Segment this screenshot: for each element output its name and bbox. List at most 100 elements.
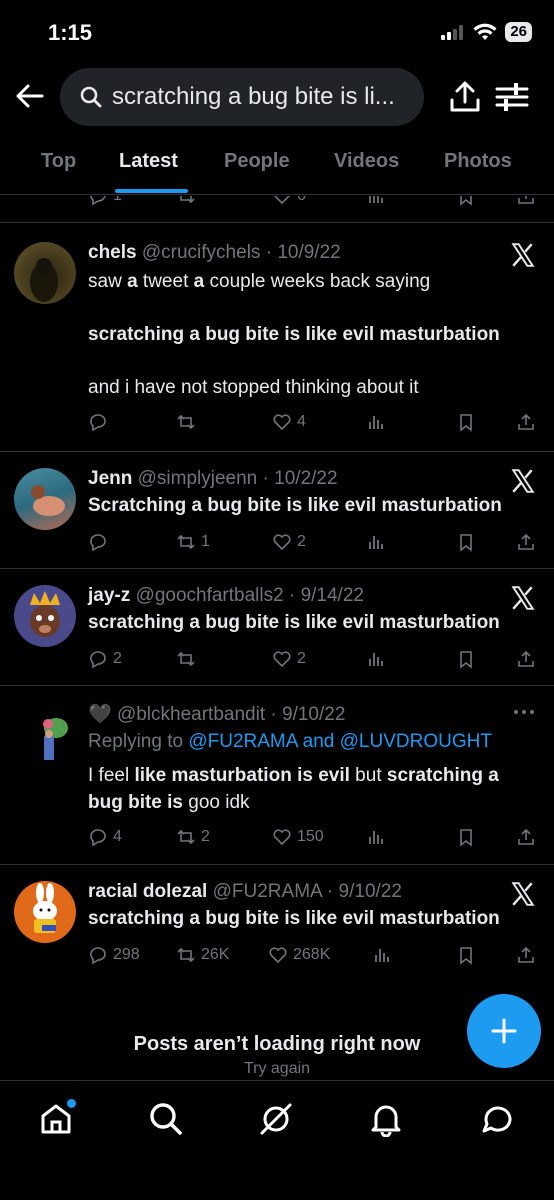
tweet-header: 🖤 @blckheartbandit · 9/10/22 [88, 704, 346, 725]
user-handle[interactable]: @crucifychels [142, 242, 261, 263]
views-button[interactable] [372, 945, 392, 965]
reply-button[interactable] [88, 532, 113, 552]
text-span: tweet [137, 271, 194, 292]
repost-icon [177, 947, 195, 963]
repost-button[interactable] [176, 412, 201, 432]
share-button[interactable] [516, 412, 536, 432]
share-icon[interactable] [448, 80, 482, 114]
repost-button[interactable]: 1 [176, 532, 210, 552]
share-button[interactable] [516, 827, 536, 847]
filter-settings-icon[interactable] [494, 80, 530, 114]
reply-button[interactable] [88, 412, 113, 432]
tweet-header: Jenn @simplyjeenn · 10/2/22 [88, 468, 338, 489]
status-bar: 1:15 26 [0, 0, 554, 64]
display-name[interactable]: Jenn [88, 468, 132, 489]
display-name[interactable]: jay-z [88, 585, 130, 606]
avatar-image [31, 485, 65, 516]
mention-link[interactable]: @FU2RAMA [188, 731, 297, 752]
like-count: 268K [293, 946, 331, 963]
avatar[interactable] [14, 881, 76, 943]
bookmark-button[interactable] [456, 196, 476, 206]
views-button[interactable] [366, 532, 386, 552]
bookmark-button[interactable] [456, 945, 476, 965]
tweet-item[interactable]: Jenn @simplyjeenn · 10/2/22 Scratching a… [0, 452, 554, 569]
views-icon [369, 196, 383, 203]
nav-home[interactable] [38, 1099, 76, 1137]
tab-latest[interactable]: Latest [119, 150, 178, 173]
repost-button[interactable] [176, 196, 196, 206]
share-button[interactable] [516, 196, 536, 206]
and-label: and [297, 731, 340, 752]
views-icon [369, 831, 383, 844]
display-name[interactable]: 🖤 [88, 704, 112, 725]
tab-videos[interactable]: Videos [334, 150, 399, 173]
avatar[interactable] [14, 585, 76, 647]
avatar[interactable] [14, 468, 76, 530]
tweet-date: 10/9/22 [277, 242, 341, 263]
text-line: and i have not stopped thinking about it [88, 377, 419, 398]
bookmark-button[interactable] [456, 827, 476, 847]
repost-button[interactable]: 26K [176, 945, 229, 965]
views-button[interactable] [366, 412, 386, 432]
bookmark-button[interactable] [456, 649, 476, 669]
tab-people[interactable]: People [224, 150, 290, 173]
repost-button[interactable]: 2 [176, 827, 210, 847]
tweet-item[interactable]: chels @crucifychels · 10/9/22 saw a twee… [0, 224, 554, 452]
mention-link[interactable]: @LUVDROUGHT [340, 731, 492, 752]
tweet-item[interactable]: racial dolezal @FU2RAMA · 9/10/22 scratc… [0, 865, 554, 985]
share-icon [518, 196, 534, 204]
message-icon [482, 1106, 512, 1133]
display-name[interactable]: racial dolezal [88, 881, 207, 902]
repost-button[interactable] [176, 649, 201, 669]
like-button[interactable]: 150 [272, 827, 324, 847]
reply-context: Replying to @FU2RAMA and @LUVDROUGHT [88, 728, 538, 755]
like-button[interactable]: 4 [272, 412, 306, 432]
nav-messages[interactable] [480, 1101, 516, 1137]
display-name[interactable]: chels [88, 242, 137, 263]
tweet-item[interactable]: 🖤 @blckheartbandit · 9/10/22 Replying to… [0, 686, 554, 865]
avatar[interactable] [14, 242, 76, 304]
share-button[interactable] [516, 945, 536, 965]
reply-button[interactable]: 1 [88, 196, 122, 206]
share-button[interactable] [516, 532, 536, 552]
like-button[interactable]: 268K [268, 945, 330, 965]
highlight-span: a [193, 271, 205, 292]
like-button[interactable]: 2 [272, 532, 306, 552]
views-button[interactable] [366, 196, 386, 206]
nav-notifications[interactable] [368, 1101, 404, 1138]
views-button[interactable] [366, 827, 386, 847]
repost-icon [177, 414, 195, 430]
compose-post-button[interactable] [467, 994, 541, 1068]
user-handle[interactable]: @simplyjeenn [138, 468, 258, 489]
reply-button[interactable]: 298 [88, 945, 140, 965]
tab-photos[interactable]: Photos [444, 150, 512, 173]
more-options-icon[interactable] [512, 708, 536, 716]
nav-grok[interactable] [258, 1101, 294, 1137]
share-icon [518, 533, 534, 550]
repost-count: 26K [201, 946, 230, 963]
back-arrow-icon[interactable] [14, 80, 46, 112]
user-handle[interactable]: @goochfartballs2 [136, 585, 284, 606]
nav-explore[interactable] [148, 1101, 184, 1137]
like-count: 6 [297, 196, 306, 205]
like-button[interactable]: 2 [272, 649, 306, 669]
views-button[interactable] [366, 649, 386, 669]
tweet-item[interactable]: jay-z @goochfartballs2 · 9/14/22 scratch… [0, 569, 554, 686]
like-count: 2 [297, 533, 306, 550]
user-handle[interactable]: @FU2RAMA [213, 881, 322, 902]
reply-icon [90, 534, 106, 552]
bookmark-icon [460, 196, 472, 206]
reply-button[interactable]: 4 [88, 827, 122, 847]
user-handle[interactable]: @blckheartbandit [117, 704, 265, 725]
bookmark-button[interactable] [456, 532, 476, 552]
share-button[interactable] [516, 649, 536, 669]
bookmark-button[interactable] [456, 412, 476, 432]
reply-icon [90, 651, 106, 669]
search-input[interactable]: scratching a bug bite is li... [60, 68, 424, 126]
like-button[interactable]: 6 [272, 196, 306, 206]
reply-button[interactable]: 2 [88, 649, 122, 669]
avatar[interactable] [34, 706, 76, 768]
share-icon [518, 650, 534, 667]
try-again-link[interactable]: Try again [0, 1060, 554, 1078]
tab-top[interactable]: Top [41, 150, 76, 173]
